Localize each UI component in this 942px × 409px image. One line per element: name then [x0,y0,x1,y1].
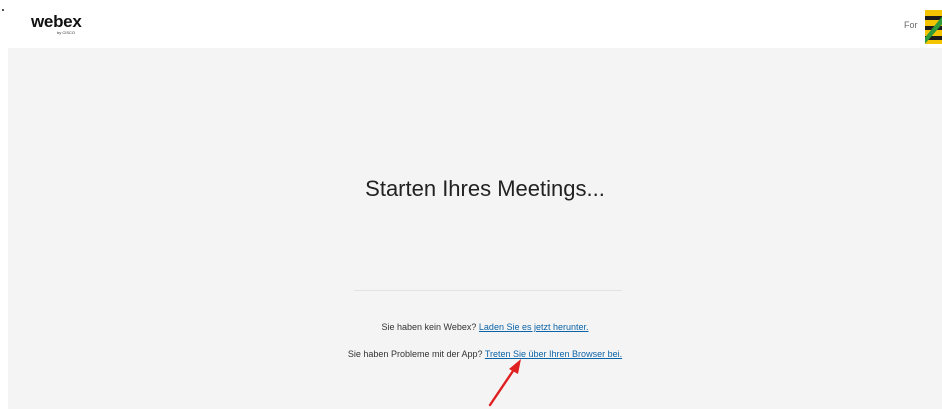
download-link[interactable]: Laden Sie es jetzt herunter. [479,322,589,332]
divider [354,290,622,291]
webex-logo-subtitle: by CISCO [57,30,76,35]
red-arrow-icon [488,359,521,407]
header-right-text: For [904,20,918,30]
meeting-start-panel: Starten Ihres Meetings... Sie haben kein… [8,48,942,409]
browser-prompt: Sie haben Probleme mit der App? [347,349,483,359]
download-line: Sie haben kein Webex? Laden Sie es jetzt… [8,322,942,333]
download-prompt: Sie haben kein Webex? [381,322,477,332]
top-bar: webex by CISCO For [0,0,942,48]
webex-logo[interactable]: webex [31,13,82,30]
browser-join-line: Sie haben Probleme mit der App? Treten S… [8,349,942,360]
coat-of-arms-icon [925,10,942,44]
page-title: Starten Ihres Meetings... [365,176,605,201]
corner-dot [2,9,4,11]
